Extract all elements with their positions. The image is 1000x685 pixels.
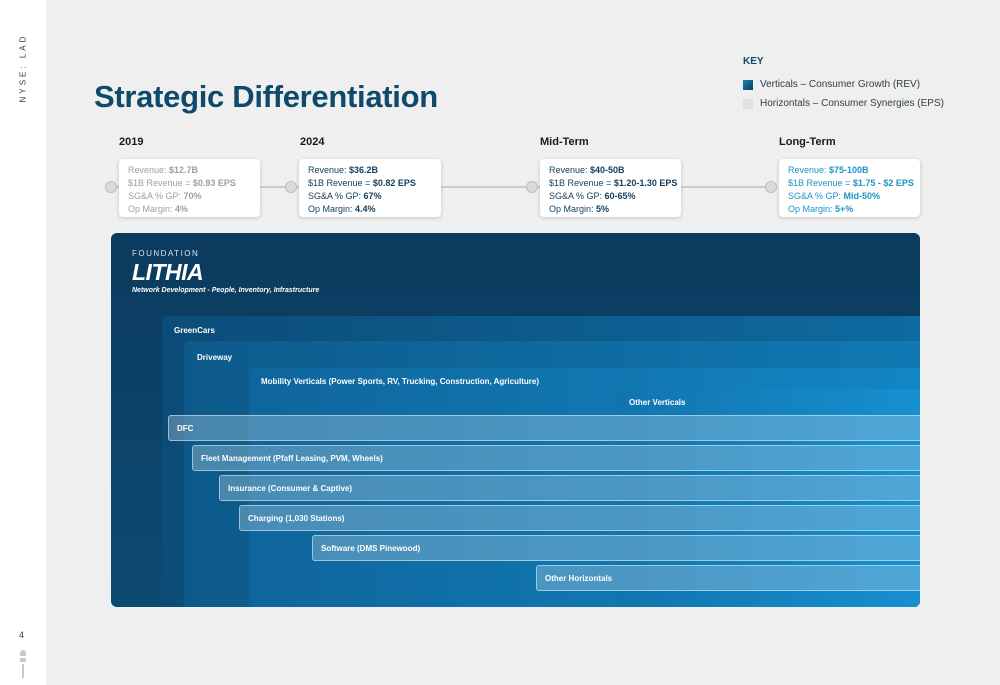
metric-value: 4.4%	[355, 204, 376, 214]
metric-value: $12.7B	[169, 165, 199, 175]
horizontal-label: Other Horizontals	[545, 574, 613, 583]
metric-label: Op Margin:	[308, 204, 356, 214]
sidebar: NYSE: LAD 4	[0, 0, 46, 685]
metric-label: Op Margin:	[788, 204, 836, 214]
metric-label: Op Margin:	[128, 204, 176, 214]
vertical-label: Driveway	[197, 353, 233, 362]
metric-label: Revenue:	[308, 165, 350, 175]
metric-label: SG&A % GP:	[549, 191, 605, 201]
vertical-label: Other Verticals	[629, 398, 686, 407]
legend-key: KEY Verticals – Consumer Growth (REV) Ho…	[743, 56, 983, 113]
horizontal-bar-charging: Charging (1,030 Stations)	[239, 505, 920, 531]
vertical-label: GreenCars	[174, 326, 215, 335]
metric-value: $1.20-1.30 EPS	[613, 178, 678, 188]
key-label: Horizontals – Consumer Synergies (EPS)	[760, 98, 944, 109]
metric-card-2019: Revenue: $12.7B $1B Revenue = $0.93 EPS …	[119, 159, 260, 217]
metric-card-2024: Revenue: $36.2B $1B Revenue = $0.82 EPS …	[299, 159, 441, 217]
key-label: Verticals – Consumer Growth (REV)	[760, 79, 921, 90]
lithia-logo: LITHIA	[132, 259, 204, 285]
metric-value: 67%	[363, 191, 382, 201]
metric-label: Revenue:	[549, 165, 591, 175]
horizontal-bar-software: Software (DMS Pinewood)	[312, 535, 920, 561]
metric-label: SG&A % GP:	[128, 191, 184, 201]
metric-value: Mid-50%	[843, 191, 881, 201]
foundation-label: FOUNDATION	[132, 249, 200, 258]
metric-card-mid-term: Revenue: $40-50B $1B Revenue = $1.20-1.3…	[540, 159, 681, 217]
metric-value: $0.93 EPS	[192, 178, 236, 188]
timeline-dot	[285, 181, 297, 193]
metric-value: 5%	[596, 204, 610, 214]
horizontal-label: Software (DMS Pinewood)	[321, 544, 421, 553]
metric-label: Revenue:	[788, 165, 830, 175]
metric-value: 70%	[183, 191, 202, 201]
horizontal-bar-fleet-management: Fleet Management (Pfaff Leasing, PVM, Wh…	[192, 445, 920, 471]
metric-value: $1.75 - $2 EPS	[852, 178, 914, 188]
metric-label: $1B Revenue =	[308, 178, 373, 188]
metric-label: SG&A % GP:	[308, 191, 364, 201]
metric-label: Revenue:	[128, 165, 170, 175]
key-item-horizontals: Horizontals – Consumer Synergies (EPS)	[743, 94, 983, 113]
strategy-panel: FOUNDATION LITHIA Network Development - …	[111, 233, 920, 607]
metric-value: $40-50B	[590, 165, 625, 175]
metric-value: $75-100B	[829, 165, 869, 175]
page-number: 4	[19, 630, 25, 640]
lithia-mark-icon	[19, 650, 27, 682]
stock-ticker: NYSE: LAD	[18, 33, 28, 103]
horizontal-bar-other: Other Horizontals	[536, 565, 920, 591]
metric-value: 4%	[175, 204, 189, 214]
metric-label: $1B Revenue =	[788, 178, 853, 188]
horizontal-label: Insurance (Consumer & Captive)	[228, 484, 353, 493]
metric-value: $0.82 EPS	[372, 178, 416, 188]
metric-value: 60-65%	[604, 191, 636, 201]
horizontal-label: Charging (1,030 Stations)	[248, 514, 345, 523]
timeline-dot	[105, 181, 117, 193]
metric-label: Op Margin:	[549, 204, 597, 214]
timeline-dot	[526, 181, 538, 193]
period-label-mid-term: Mid-Term	[540, 136, 589, 148]
period-label-2024: 2024	[300, 136, 325, 148]
verticals-swatch-icon	[743, 79, 753, 90]
horizontal-label: DFC	[177, 424, 194, 433]
metric-label: SG&A % GP:	[788, 191, 844, 201]
horizontal-bar-insurance: Insurance (Consumer & Captive)	[219, 475, 920, 501]
vertical-label: Mobility Verticals (Power Sports, RV, Tr…	[261, 377, 539, 386]
metric-value: $36.2B	[349, 165, 379, 175]
horizontal-label: Fleet Management (Pfaff Leasing, PVM, Wh…	[201, 454, 383, 463]
period-label-long-term: Long-Term	[779, 136, 836, 148]
metric-value: 5+%	[835, 204, 854, 214]
metric-label: $1B Revenue =	[128, 178, 193, 188]
horizontal-bar-dfc: DFC	[168, 415, 920, 441]
metric-card-long-term: Revenue: $75-100B $1B Revenue = $1.75 - …	[779, 159, 920, 217]
period-label-2019: 2019	[119, 136, 144, 148]
timeline-dot	[765, 181, 777, 193]
key-title: KEY	[743, 56, 764, 67]
page-title: Strategic Differentiation	[94, 79, 438, 114]
horizontals-swatch-icon	[743, 98, 753, 109]
foundation-tagline: Network Development - People, Inventory,…	[132, 287, 320, 294]
metric-label: $1B Revenue =	[549, 178, 614, 188]
key-item-verticals: Verticals – Consumer Growth (REV)	[743, 75, 983, 94]
